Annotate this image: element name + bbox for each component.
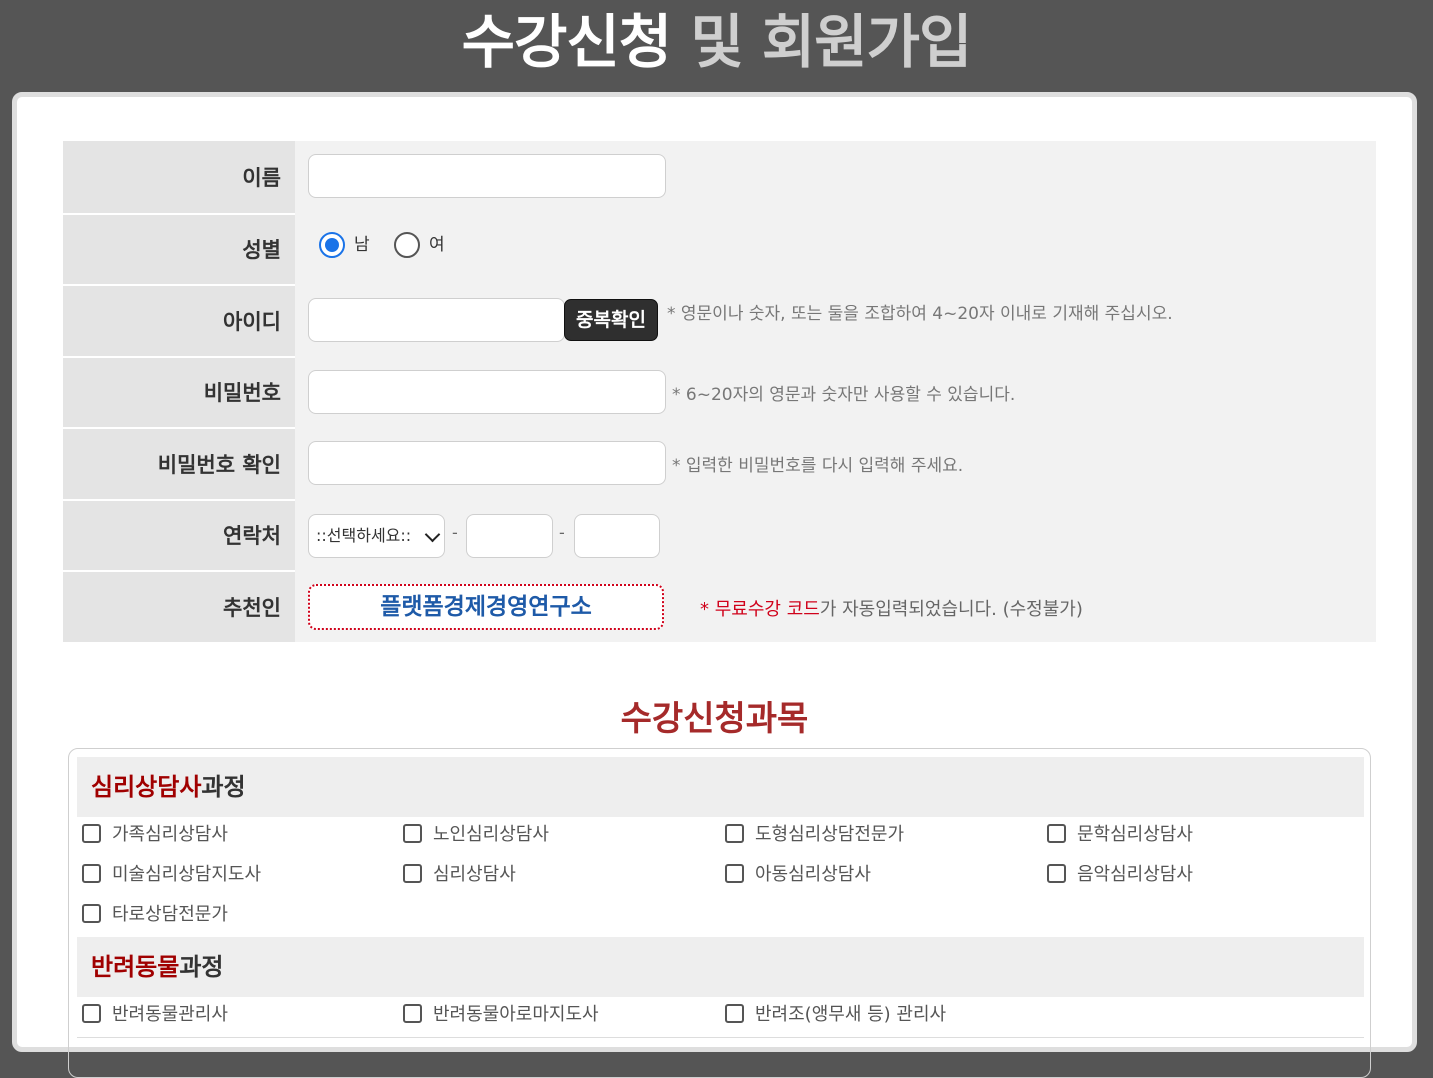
id-hint: * 영문이나 숫자, 또는 둘을 조합하여 4~20자 이내로 기재해 주십시오… [667,304,1173,324]
signup-form: 이름 성별 남 여 아이디 중복확인 * 영문이나 숫자, 또는 둘을 조합하여… [63,141,1376,642]
checkbox[interactable] [725,863,744,883]
course-item[interactable]: 반려동물아로마지도사 [403,1003,599,1027]
course-label: 미술심리상담지도사 [112,864,262,885]
category-header-psych: 심리상담사과정 [77,757,1364,817]
category-header-pet: 반려동물과정 [77,937,1364,997]
category-highlight: 심리상담사 [91,773,202,801]
contact-prefix-value: ::선택하세요:: [316,525,412,545]
checkbox[interactable] [82,823,101,843]
signup-card: 이름 성별 남 여 아이디 중복확인 * 영문이나 숫자, 또는 둘을 조합하여… [12,92,1417,1078]
course-item[interactable]: 미술심리상담지도사 [82,863,261,887]
checkbox[interactable] [1047,823,1066,843]
checkbox[interactable] [403,863,422,883]
course-item[interactable]: 문학심리상담사 [1047,823,1193,847]
referrer-note: * 무료수강 코드가 자동입력되었습니다. (수정불가) [700,595,1083,621]
page-title: 수강신청 및 회원가입 [0,0,1433,88]
gender-male-label: 남 [354,234,370,255]
contact-dash-1: - [452,522,458,542]
id-label: 아이디 [63,284,295,356]
course-label: 타로상담전문가 [112,904,228,925]
contact-label: 연락처 [63,498,295,570]
referrer-note-text: 가 자동입력되었습니다. (수정불가) [819,599,1083,620]
password-hint: * 6~20자의 영문과 숫자만 사용할 수 있습니다. [672,384,1016,405]
row-contact: 연락처 ::선택하세요:: - - [63,498,1376,570]
gender-female-radio[interactable] [394,231,420,258]
course-item[interactable]: 음악심리상담사 [1047,863,1193,887]
chevron-down-icon [424,526,441,542]
gender-label: 성별 [63,212,295,284]
contact-dash-2: - [559,522,565,542]
page-title-part2: 및 회원가입 [690,8,972,76]
course-item[interactable]: 노인심리상담사 [403,823,549,847]
course-label: 반려조(앵무새 등) 관리사 [755,1004,947,1025]
category-suffix: 과정 [179,953,224,981]
contact-prefix-select[interactable]: ::선택하세요:: [308,513,445,558]
row-password: 비밀번호 * 6~20자의 영문과 숫자만 사용할 수 있습니다. [63,355,1376,427]
category-suffix: 과정 [201,773,246,801]
password-confirm-hint: * 입력한 비밀번호를 다시 입력해 주세요. [672,456,964,476]
divider [77,1037,1364,1038]
referrer-note-star: * [700,599,709,620]
course-label: 심리상담사 [433,864,516,885]
checkbox[interactable] [82,1003,101,1023]
course-label: 문학심리상담사 [1077,824,1193,845]
course-item[interactable]: 반려동물관리사 [82,1003,228,1027]
contact-middle-input[interactable] [466,513,553,558]
password-confirm-label: 비밀번호 확인 [63,427,295,499]
checkbox[interactable] [725,823,744,843]
checkbox[interactable] [1047,863,1066,883]
course-section-title: 수강신청과목 [620,699,809,739]
course-item[interactable]: 타로상담전문가 [82,903,228,927]
category-highlight: 반려동물 [91,953,180,981]
course-label: 도형심리상담전문가 [755,824,905,845]
course-label: 음악심리상담사 [1077,864,1193,885]
gender-male-radio[interactable] [319,231,345,258]
course-label: 아동심리상담사 [755,864,871,885]
referrer-field: 플랫폼경제경영연구소 [308,584,664,630]
course-label: 가족심리상담사 [112,824,228,845]
page-title-part1: 수강신청 [461,8,672,76]
password-input[interactable] [308,369,666,414]
row-password-confirm: 비밀번호 확인 * 입력한 비밀번호를 다시 입력해 주세요. [63,427,1376,499]
dup-check-button[interactable]: 중복확인 [564,299,658,341]
row-name: 이름 [63,141,1376,213]
contact-last-input[interactable] [574,513,660,558]
course-item[interactable]: 심리상담사 [403,863,516,887]
course-label: 노인심리상담사 [433,824,549,845]
course-item[interactable]: 반려조(앵무새 등) 관리사 [725,1003,946,1027]
checkbox[interactable] [403,823,422,843]
course-label: 반려동물아로마지도사 [433,1004,599,1025]
course-list: 심리상담사과정 가족심리상담사 노인심리상담사 도형심리상담전문가 문학심리상담… [68,748,1371,1078]
id-input[interactable] [308,298,565,342]
password-confirm-input[interactable] [308,441,666,485]
referrer-note-highlight: 무료수강 코드 [714,599,820,620]
course-item[interactable]: 가족심리상담사 [82,823,228,847]
course-item[interactable]: 도형심리상담전문가 [725,823,904,847]
course-label: 반려동물관리사 [112,1004,228,1025]
name-label: 이름 [63,141,295,213]
row-id: 아이디 중복확인 * 영문이나 숫자, 또는 둘을 조합하여 4~20자 이내로… [63,284,1376,356]
checkbox[interactable] [82,863,101,883]
gender-female-label: 여 [429,234,445,255]
checkbox[interactable] [725,1003,744,1023]
password-label: 비밀번호 [63,355,295,427]
referrer-label: 추천인 [63,570,295,642]
checkbox[interactable] [403,1003,422,1023]
name-input[interactable] [308,154,666,198]
checkbox[interactable] [82,903,101,923]
course-item[interactable]: 아동심리상담사 [725,863,871,887]
row-referrer: 추천인 플랫폼경제경영연구소 * 무료수강 코드가 자동입력되었습니다. (수정… [63,570,1376,642]
row-gender: 성별 남 여 [63,212,1376,284]
